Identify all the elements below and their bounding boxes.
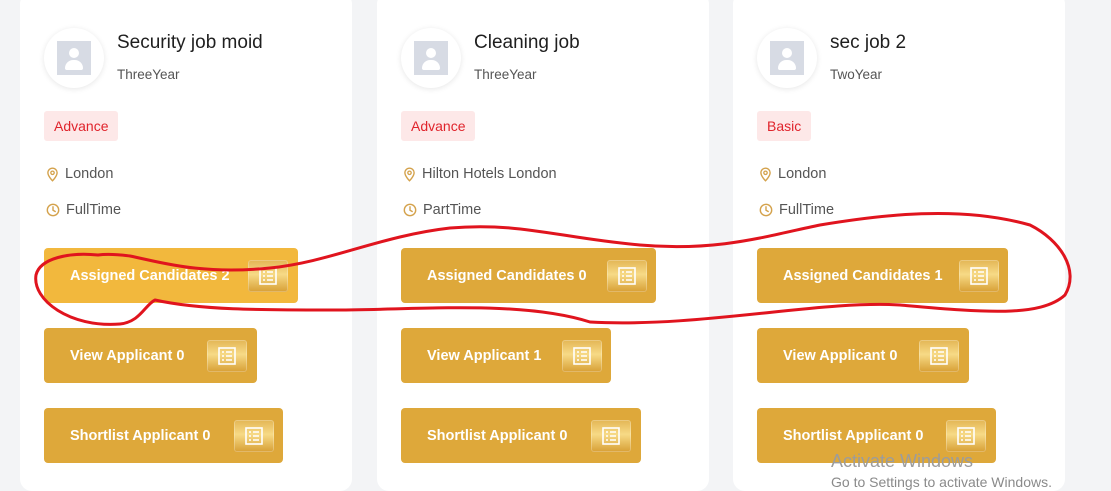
view-applicant-label: View Applicant 0 <box>70 347 185 364</box>
avatar <box>757 28 817 88</box>
list-icon <box>959 260 999 292</box>
job-location-text: London <box>778 166 827 182</box>
view-applicant-label: View Applicant 1 <box>427 347 542 364</box>
job-type: FullTime <box>759 202 834 218</box>
list-icon <box>207 340 247 372</box>
list-icon <box>562 340 602 372</box>
shortlist-applicant-label: Shortlist Applicant 0 <box>783 427 924 444</box>
list-icon <box>607 260 647 292</box>
job-location: London <box>46 166 113 182</box>
job-level-badge: Advance <box>401 111 476 141</box>
job-duration: ThreeYear <box>117 67 180 82</box>
job-type-text: FullTime <box>779 202 835 218</box>
avatar <box>401 28 461 88</box>
job-level-badge: Basic <box>757 111 812 141</box>
job-title: Security job moid <box>117 32 263 53</box>
map-pin-icon <box>404 166 415 182</box>
shortlist-applicant-button[interactable]: Shortlist Applicant 0 <box>401 408 641 463</box>
job-card: sec job 2 TwoYear Basic London FullTime … <box>733 0 1065 491</box>
user-placeholder-icon <box>414 41 448 75</box>
list-icon <box>248 260 288 292</box>
assigned-candidates-button[interactable]: Assigned Candidates 0 <box>401 248 656 303</box>
assigned-candidates-button[interactable]: Assigned Candidates 1 <box>757 248 1008 303</box>
map-pin-icon <box>47 166 58 182</box>
clock-icon <box>403 203 417 217</box>
job-type-text: FullTime <box>66 202 122 218</box>
job-type: PartTime <box>403 202 481 218</box>
job-title: Cleaning job <box>474 32 580 53</box>
shortlist-applicant-label: Shortlist Applicant 0 <box>427 427 568 444</box>
job-cards-list: Security job moid ThreeYear Advance Lond… <box>0 0 1111 491</box>
job-duration: TwoYear <box>830 67 883 82</box>
view-applicant-label: View Applicant 0 <box>783 347 898 364</box>
shortlist-applicant-label: Shortlist Applicant 0 <box>70 427 211 444</box>
view-applicant-button[interactable]: View Applicant 0 <box>44 328 257 383</box>
user-placeholder-icon <box>57 41 91 75</box>
assigned-candidates-label: Assigned Candidates 1 <box>783 267 943 284</box>
job-location-text: London <box>65 166 114 182</box>
job-level-badge: Advance <box>44 111 119 141</box>
job-location: London <box>759 166 826 182</box>
view-applicant-button[interactable]: View Applicant 0 <box>757 328 969 383</box>
job-duration: ThreeYear <box>474 67 537 82</box>
list-icon <box>919 340 959 372</box>
user-placeholder-icon <box>770 41 804 75</box>
activate-windows-watermark: Activate Windows <box>831 451 974 471</box>
map-pin-icon <box>760 166 771 182</box>
assigned-candidates-label: Assigned Candidates 0 <box>427 267 587 284</box>
assigned-candidates-button[interactable]: Assigned Candidates 2 <box>44 248 298 303</box>
assigned-candidates-label: Assigned Candidates 2 <box>70 267 230 284</box>
job-location: Hilton Hotels London <box>403 166 557 182</box>
shortlist-applicant-button[interactable]: Shortlist Applicant 0 <box>44 408 283 463</box>
job-title: sec job 2 <box>830 32 907 53</box>
clock-icon <box>759 203 773 217</box>
job-card: Cleaning job ThreeYear Advance Hilton Ho… <box>377 0 709 491</box>
clock-icon <box>46 203 60 217</box>
activate-windows-subtext: Go to Settings to activate Windows. <box>831 474 1052 490</box>
job-card: Security job moid ThreeYear Advance Lond… <box>20 0 352 491</box>
list-icon <box>591 420 631 452</box>
job-type: FullTime <box>46 202 121 218</box>
list-icon <box>946 420 986 452</box>
job-type-text: PartTime <box>423 202 482 218</box>
list-icon <box>234 420 274 452</box>
view-applicant-button[interactable]: View Applicant 1 <box>401 328 611 383</box>
avatar <box>44 28 104 88</box>
job-location-text: Hilton Hotels London <box>422 166 557 182</box>
